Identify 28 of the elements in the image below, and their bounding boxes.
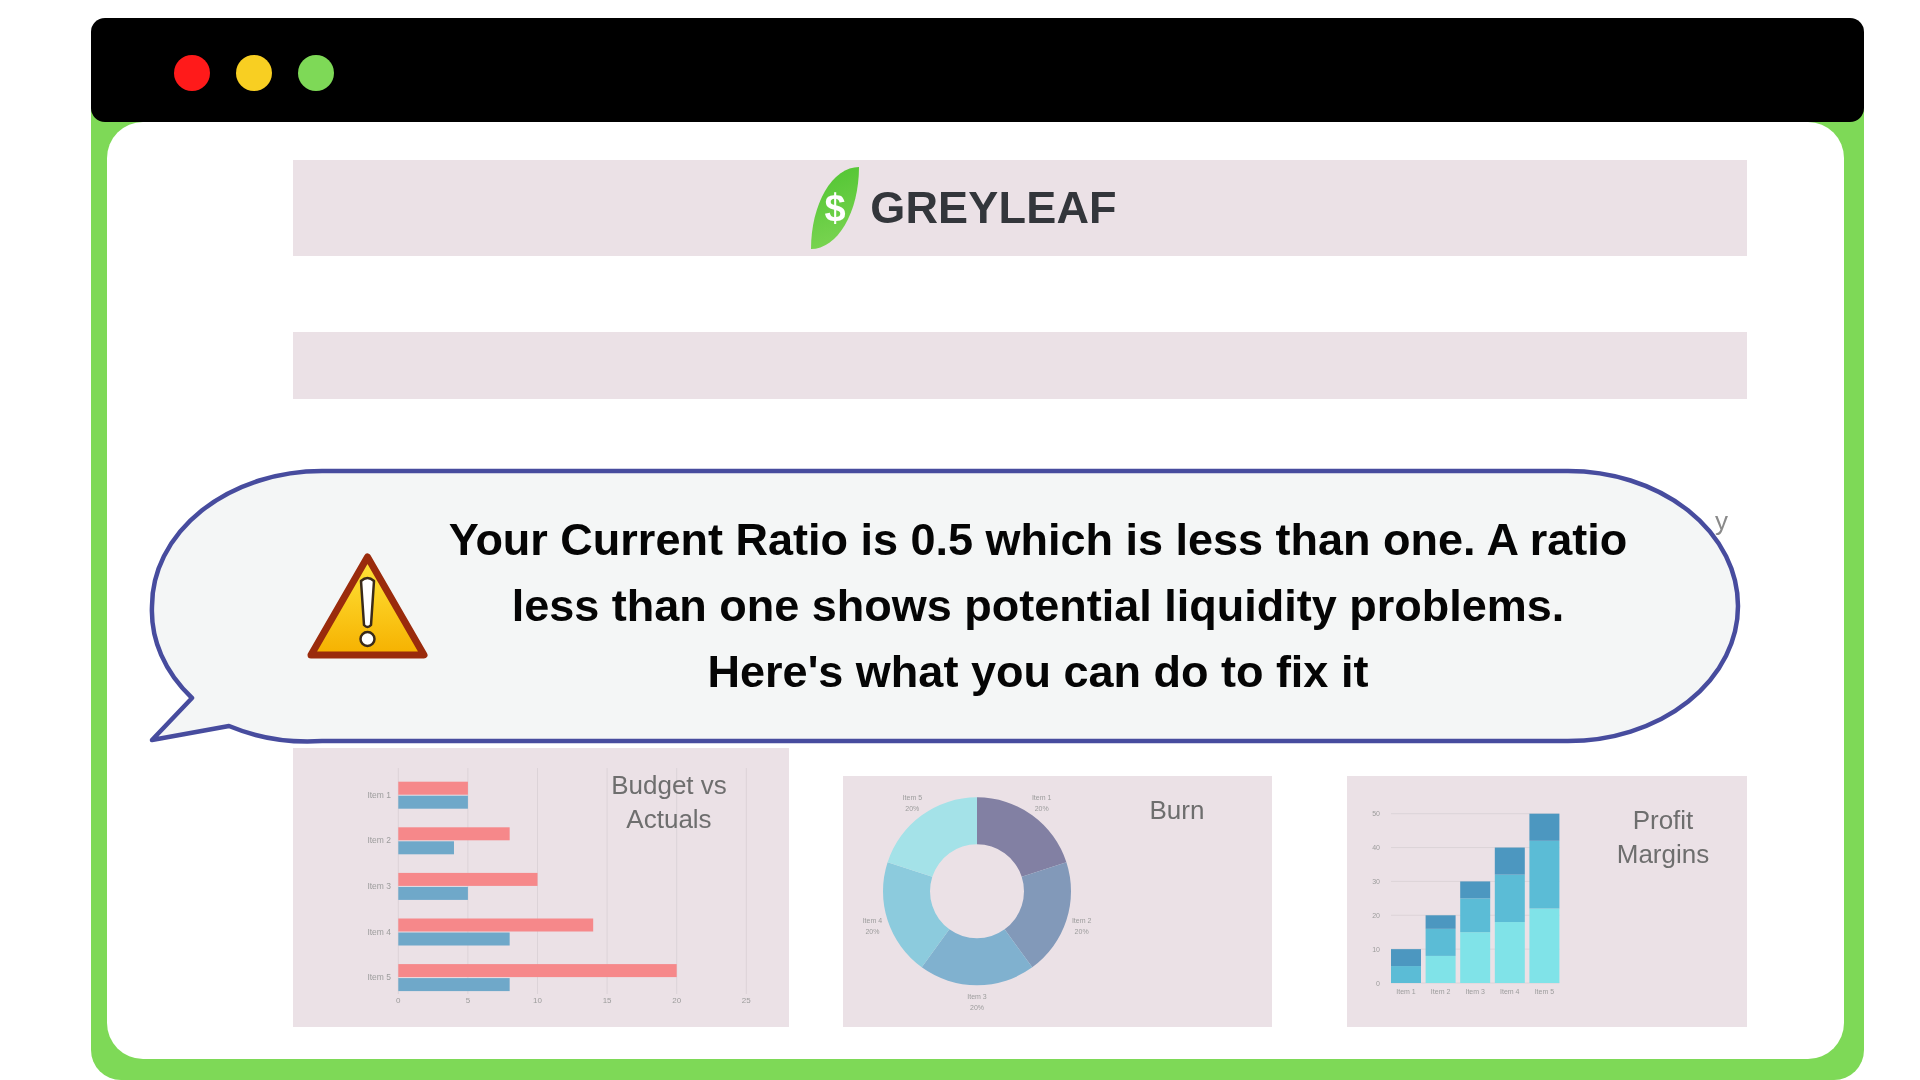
bar xyxy=(1425,955,1456,983)
window-control-dot-icon[interactable] xyxy=(236,55,272,91)
leaf-logo-mark: $ xyxy=(811,167,860,249)
alert-message: Your Current Ratio is 0.5 which is less than one. A ratio less than one shows potential liquidity problems. Here's what you can do to fix it xyxy=(448,513,1628,699)
axis-tick-label: 25 xyxy=(741,996,751,1005)
axis-tick-label: 10 xyxy=(533,996,542,1005)
bar xyxy=(1391,949,1421,967)
window-control-dot-icon[interactable] xyxy=(174,55,210,91)
chart-title: Burn xyxy=(1148,794,1206,827)
chart-title: Profit Margins xyxy=(1615,804,1711,871)
category-label: Item 4 xyxy=(367,926,391,937)
bar xyxy=(1494,922,1525,983)
window-control-dot-icon[interactable] xyxy=(298,55,334,91)
logo-text: GREYLEAF xyxy=(870,182,1117,234)
axis-tick-label: 20 xyxy=(672,996,682,1005)
category-label: Item 1 xyxy=(367,789,391,800)
heading-fragment: y xyxy=(1715,508,1728,534)
category-label: Item 5 xyxy=(367,972,391,983)
bar xyxy=(398,781,468,795)
axis-tick-label: 15 xyxy=(602,996,612,1005)
chart-title: Budget vs Actuals xyxy=(610,769,728,836)
axis-tick-label: 5 xyxy=(465,996,471,1005)
bar xyxy=(398,795,468,809)
axis-tick-label: 0 xyxy=(396,996,401,1005)
bar xyxy=(1391,966,1421,983)
category-label: Item 2 xyxy=(367,835,391,846)
category-label: Item 3 xyxy=(367,880,391,891)
warning-icon xyxy=(305,550,430,662)
